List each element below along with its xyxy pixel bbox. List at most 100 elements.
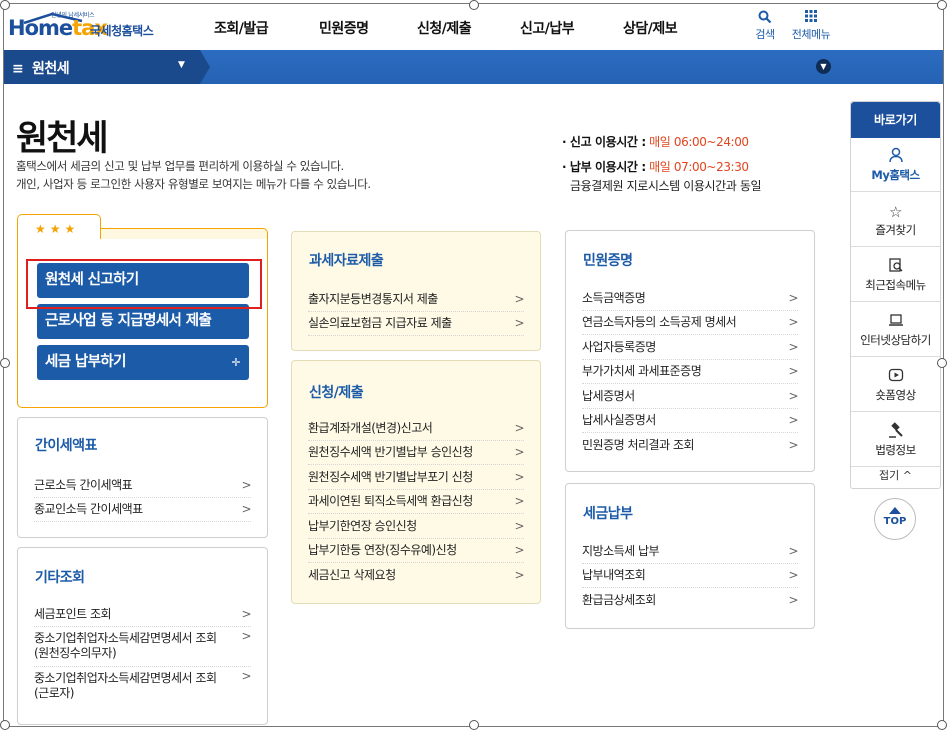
hamburger-icon: ≡	[12, 61, 24, 77]
list-item[interactable]: 출자지분등변경통지서 제출 >	[308, 288, 524, 312]
simple-tax-card: 간이세액표 근로소득 간이세액표 > 종교인소득 간이세액표 >	[17, 417, 268, 538]
header: 안녕의 납세서비스 Hometax 국세청홈택스 조회/발급 민원증명 신청/제…	[4, 4, 943, 50]
grid-menu-icon	[789, 10, 833, 26]
resize-handle[interactable]	[0, 720, 10, 730]
quick-menu-title: 바로가기	[851, 102, 940, 138]
quick-recent-menu[interactable]: 최근접속메뉴	[851, 248, 940, 302]
list-item[interactable]: 종교인소득 간이세액표 >	[34, 498, 251, 522]
gavel-icon	[851, 422, 940, 442]
chevron-right-icon: >	[788, 593, 798, 607]
list-item[interactable]: 납부기한등 연장(징수유예)신청 >	[308, 539, 524, 563]
quick-law-info-label: 법령정보	[875, 443, 916, 457]
chevron-right-icon: >	[514, 568, 524, 582]
list-item[interactable]: 원천징수세액 반기별납부 승인신청 >	[308, 441, 524, 465]
chevron-right-icon: >	[788, 364, 798, 378]
tax-pay-button[interactable]: 세금 납부하기 ✛	[37, 345, 249, 380]
payment-statement-submit-button[interactable]: 근로사업 등 지급명세서 제출	[37, 304, 249, 339]
description-line-2: 개인, 사업자 등 로그인한 사용자 유형별로 보여지는 메뉴가 다를 수 있습…	[16, 177, 371, 191]
quick-fold-button[interactable]: 접기 ^	[851, 464, 940, 488]
list-item[interactable]: 사업자등록증명 >	[582, 336, 798, 360]
chevron-right-icon: >	[514, 470, 524, 484]
favorites-card: ★★★ 원천세 신고하기 근로사업 등 지급명세서 제출 세금 납부하기 ✛	[17, 214, 268, 408]
quick-online-consult[interactable]: 인터넷상담하기	[851, 303, 940, 357]
list-item[interactable]: 환급금상세조회 >	[582, 589, 798, 613]
apply-submit-title: 신청/제출	[309, 385, 364, 401]
list-item[interactable]: 실손의료보험금 지급자료 제출 >	[308, 312, 524, 336]
list-item[interactable]: 중소기업취업자소득세감면명세서 조회 (근로자) >	[34, 669, 251, 707]
list-item[interactable]: 민원증명 처리결과 조회 >	[582, 434, 798, 458]
chevron-down-icon: ▼	[820, 62, 827, 71]
quick-online-consult-label: 인터넷상담하기	[860, 333, 931, 347]
chevron-right-icon: >	[788, 438, 798, 452]
chevron-right-icon: >	[241, 502, 251, 516]
all-menu-label: 전체메뉴	[791, 28, 831, 41]
resize-handle[interactable]	[937, 358, 947, 368]
quick-my-hometax[interactable]: My홈택스	[851, 138, 940, 192]
location-navbar: ≡ 원천세 ▼ ▼	[4, 50, 943, 84]
gnb-apply-submit[interactable]: 신청/제출	[417, 18, 472, 38]
chevron-right-icon: >	[241, 607, 251, 621]
recent-search-icon	[851, 257, 940, 277]
tax-data-submit-title: 과세자료제출	[309, 253, 384, 269]
list-item[interactable]: 중소기업취업자소득세감면명세서 조회 (원천징수의무자) >	[34, 629, 251, 667]
all-menu-button[interactable]: 전체메뉴	[789, 10, 833, 42]
gnb-consult-report[interactable]: 상담/제보	[623, 18, 678, 38]
gnb-report-pay[interactable]: 신고/납부	[520, 18, 575, 38]
chevron-right-icon: >	[241, 478, 251, 492]
list-item[interactable]: 세금신고 삭제요청 >	[308, 564, 524, 588]
report-hours-label: · 신고 이용시간 :	[562, 135, 646, 149]
list-item[interactable]: 부가가치세 과세표준증명 >	[582, 360, 798, 384]
chevron-right-icon: >	[514, 519, 524, 533]
quick-law-info[interactable]: 법령정보	[851, 413, 940, 467]
civil-cert-card: 민원증명 소득금액증명 > 연금소득자등의 소득공제 명세서 > 사업자등록증명 > …	[565, 230, 815, 472]
favorites-tab: ★★★	[17, 214, 101, 240]
simple-tax-title: 간이세액표	[35, 438, 97, 454]
gnb-lookup-issue[interactable]: 조회/발급	[214, 18, 269, 38]
tax-data-submit-card: 과세자료제출 출자지분등변경통지서 제출 > 실손의료보험금 지급자료 제출 >	[291, 231, 541, 351]
chevron-right-icon: >	[788, 340, 798, 354]
list-item[interactable]: 납부내역조회 >	[582, 564, 798, 588]
scroll-top-label: TOP	[883, 516, 907, 527]
search-button[interactable]: 검색	[753, 10, 777, 42]
hometax-logo[interactable]: 안녕의 납세서비스 Hometax 국세청홈택스	[8, 10, 168, 46]
chevron-right-icon: >	[514, 421, 524, 435]
list-item[interactable]: 지방소득세 납부 >	[582, 540, 798, 564]
service-hours: · 신고 이용시간 : 매일 06:00~24:00 · 납부 이용시간 : 매…	[562, 133, 762, 196]
resize-handle[interactable]	[937, 720, 947, 730]
list-item[interactable]: 연금소득자등의 소득공제 명세서 >	[582, 311, 798, 335]
resize-handle[interactable]	[0, 0, 10, 10]
resize-handle[interactable]	[937, 0, 947, 10]
tax-pay-label: 세금 납부하기	[45, 354, 126, 370]
list-item[interactable]: 근로소득 간이세액표 >	[34, 474, 251, 498]
quick-favorites[interactable]: ☆ 즐겨찾기	[851, 193, 940, 247]
tax-payment-card: 세금납부 지방소득세 납부 > 납부내역조회 > 환급금상세조회 >	[565, 483, 815, 629]
list-item[interactable]: 납부기한연장 승인신청 >	[308, 515, 524, 539]
chevron-right-icon: >	[241, 629, 251, 643]
user-icon	[851, 147, 940, 167]
chevron-right-icon: >	[788, 315, 798, 329]
gnb-civil-cert[interactable]: 민원증명	[319, 18, 369, 38]
quick-my-hometax-label: My홈택스	[871, 168, 920, 182]
list-item[interactable]: 환급계좌개설(변경)신고서 >	[308, 417, 524, 441]
breadcrumb-arrow	[200, 50, 210, 84]
pay-hours-label: · 납부 이용시간 :	[562, 160, 646, 174]
list-item[interactable]: 과세이연된 퇴직소득세액 환급신청 >	[308, 490, 524, 514]
description-line-1: 홈택스에서 세금의 신고 및 납부 업무를 편리하게 이용하실 수 있습니다.	[16, 159, 344, 173]
search-icon	[753, 10, 777, 26]
expand-down-button[interactable]: ▼	[816, 59, 831, 74]
list-item[interactable]: 원천징수세액 반기별납부포기 신청 >	[308, 466, 524, 490]
chevron-right-icon: >	[788, 389, 798, 403]
list-item[interactable]: 소득금액증명 >	[582, 287, 798, 311]
list-item[interactable]: 납세사실증명서 >	[582, 409, 798, 433]
chevron-right-icon: >	[514, 494, 524, 508]
quick-short-video[interactable]: 숏폼영상	[851, 358, 940, 412]
chevron-right-icon: >	[241, 669, 251, 683]
resize-handle[interactable]	[469, 720, 479, 730]
chevron-right-icon: >	[514, 445, 524, 459]
scroll-top-button[interactable]: TOP	[874, 498, 916, 540]
list-item[interactable]: 세금포인트 조회 >	[34, 603, 251, 627]
list-item[interactable]: 납세증명서 >	[582, 385, 798, 409]
resize-handle[interactable]	[0, 358, 10, 368]
current-menu-selector[interactable]: ≡ 원천세 ▼	[4, 50, 200, 84]
resize-handle[interactable]	[469, 0, 479, 10]
